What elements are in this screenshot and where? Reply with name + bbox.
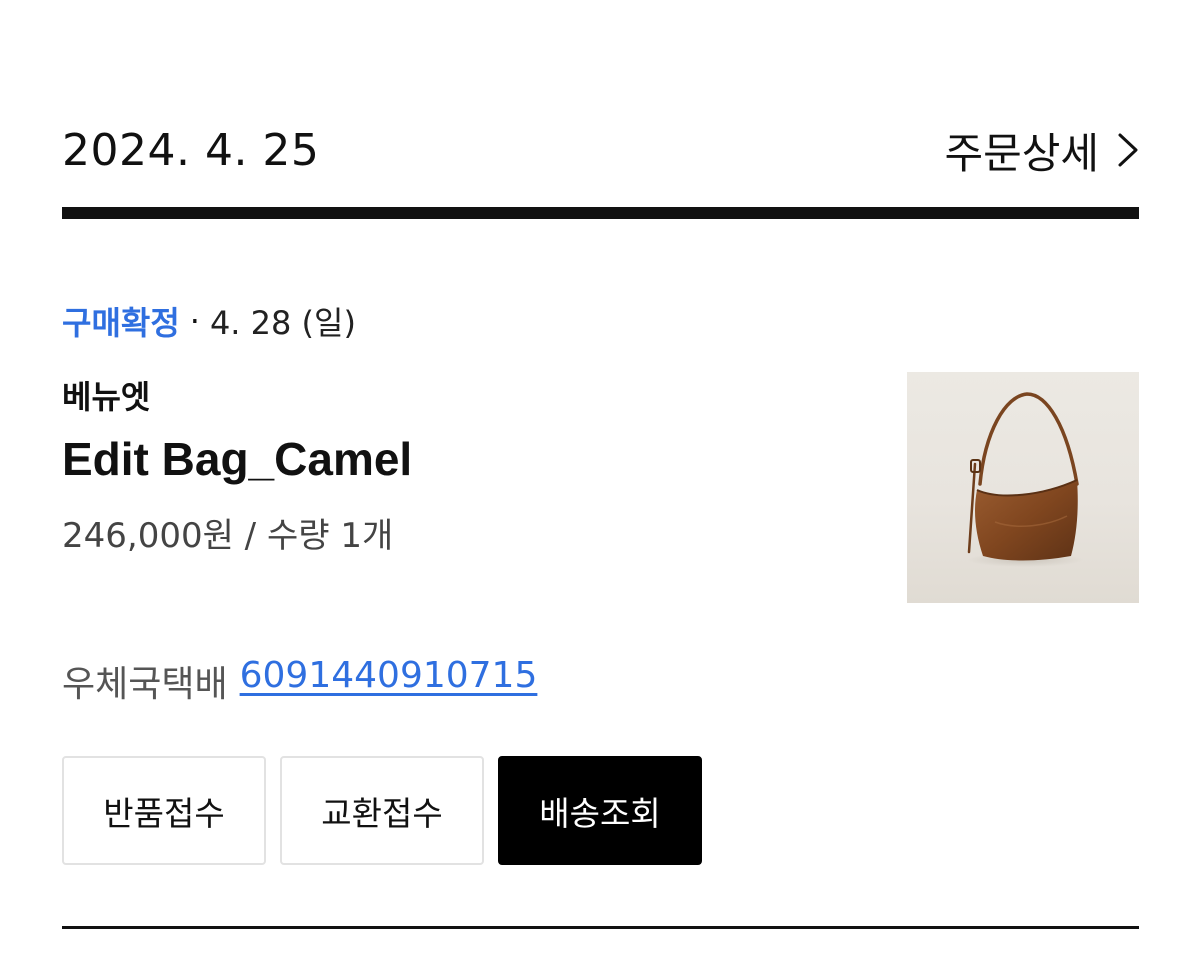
header-divider (62, 207, 1139, 219)
status-separator: · (189, 302, 200, 340)
product-name[interactable]: Edit Bag_Camel (62, 432, 412, 486)
section-divider (62, 926, 1139, 929)
status-badge: 구매확정 (62, 304, 180, 342)
product-brand: 베뉴엣 (62, 378, 151, 416)
order-status: 구매확정 · 4. 28 (일) (62, 298, 356, 344)
status-date: 4. 28 (일) (209, 304, 356, 342)
order-date: 2024. 4. 25 (62, 124, 320, 176)
tracking-number-link[interactable]: 6091440910715 (240, 655, 538, 707)
shipping-info: 우체국택배 6091440910715 (62, 655, 537, 707)
exchange-request-button[interactable]: 교환접수 (280, 756, 484, 865)
product-thumbnail[interactable] (907, 372, 1139, 603)
order-detail-link[interactable]: 주문상세 (944, 120, 1139, 181)
order-actions: 반품접수 교환접수 배송조회 (62, 756, 702, 865)
leather-shoulder-bag-icon (967, 392, 1083, 567)
product-price-quantity: 246,000원 / 수량 1개 (62, 516, 394, 556)
order-detail-label: 주문상세 (944, 128, 1099, 178)
track-shipment-button[interactable]: 배송조회 (498, 756, 702, 865)
chevron-right-icon (1118, 133, 1138, 167)
order-header: 2024. 4. 25 주문상세 (62, 118, 1139, 182)
courier-name: 우체국택배 (62, 664, 228, 705)
return-request-button[interactable]: 반품접수 (62, 756, 266, 865)
